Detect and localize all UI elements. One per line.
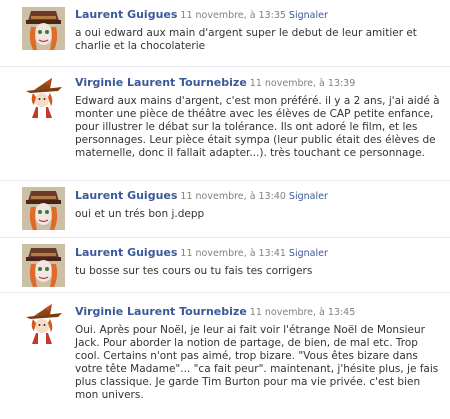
- timestamp[interactable]: 11 novembre, à 13:39: [250, 78, 356, 89]
- comment-text: tu bosse sur tes cours ou tu fais tes co…: [75, 265, 313, 277]
- mad-hatter-avatar-icon: [22, 244, 65, 287]
- report-link[interactable]: Signaler: [289, 248, 328, 259]
- author-name[interactable]: Virginie Laurent Tournebize: [75, 305, 247, 318]
- comment: Laurent Guigues 11 novembre, à 13:41 Signa…: [0, 237, 450, 291]
- author-name[interactable]: Laurent Guigues: [75, 246, 177, 259]
- avatar-mad-hatter[interactable]: [22, 187, 65, 230]
- avatar-mad-hatter[interactable]: [22, 7, 65, 50]
- witch-girl-avatar-icon: [22, 301, 65, 344]
- comment: Laurent Guigues 11 novembre, à 13:35 Signa…: [0, 0, 450, 66]
- comment: Virginie Laurent Tournebize 11 novembre, …: [0, 66, 450, 172]
- timestamp[interactable]: 11 novembre, à 13:45: [250, 307, 356, 318]
- mad-hatter-avatar-icon: [22, 187, 65, 230]
- comment-text: Oui. Après pour Noël, je leur ai fait vo…: [75, 324, 439, 401]
- report-link[interactable]: Signaler: [289, 10, 328, 21]
- timestamp[interactable]: 11 novembre, à 13:41: [180, 248, 286, 259]
- comment-text: Edward aux mains d'argent, c'est mon pré…: [75, 95, 440, 159]
- comment: Laurent Guigues 11 novembre, à 13:40 Signa…: [0, 180, 450, 236]
- comment-text: a oui edward aux main d'argent super le …: [75, 27, 417, 52]
- timestamp[interactable]: 11 novembre, à 13:40: [180, 191, 286, 202]
- avatar-witch-girl[interactable]: [22, 75, 65, 118]
- author-name[interactable]: Laurent Guigues: [75, 8, 177, 21]
- report-link[interactable]: Signaler: [289, 191, 328, 202]
- comment-thread: Laurent Guigues 11 novembre, à 13:35 Signa…: [0, 0, 450, 419]
- witch-girl-avatar-icon: [22, 75, 65, 118]
- author-name[interactable]: Virginie Laurent Tournebize: [75, 76, 247, 89]
- comment: Virginie Laurent Tournebize 11 novembre, …: [0, 292, 450, 419]
- comment-text: oui et un trés bon j.depp: [75, 208, 205, 220]
- avatar-witch-girl[interactable]: [22, 301, 65, 344]
- avatar-mad-hatter[interactable]: [22, 244, 65, 287]
- author-name[interactable]: Laurent Guigues: [75, 189, 177, 202]
- timestamp[interactable]: 11 novembre, à 13:35: [180, 10, 286, 21]
- mad-hatter-avatar-icon: [22, 7, 65, 50]
